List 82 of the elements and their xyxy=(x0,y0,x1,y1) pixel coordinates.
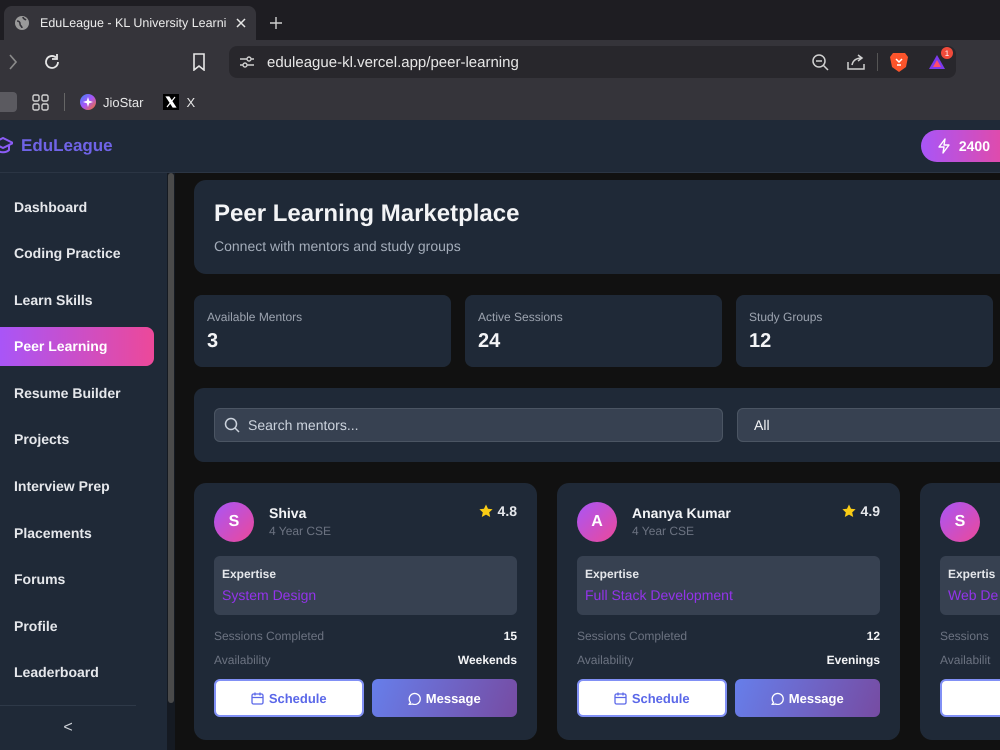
apps-grid-icon[interactable] xyxy=(32,94,49,110)
zoom-out-icon[interactable] xyxy=(811,53,829,71)
rating-value: 4.8 xyxy=(498,503,517,519)
points-badge: 2400 xyxy=(920,130,1000,162)
detail-value: 12 xyxy=(866,629,880,643)
x-logo-icon xyxy=(163,94,180,110)
reload-icon[interactable] xyxy=(43,53,61,71)
nav-item[interactable]: Resume Builder xyxy=(0,373,154,412)
graduation-cap-icon xyxy=(0,137,13,155)
notification-badge: 1 xyxy=(941,47,953,59)
nav-item[interactable]: Dashboard xyxy=(0,187,154,226)
tab-title: EduLeague - KL University Learni xyxy=(40,16,226,30)
nav-item[interactable]: Coding Practice xyxy=(0,234,154,273)
new-tab-icon[interactable] xyxy=(270,17,282,29)
scrollbar-thumb[interactable] xyxy=(168,173,174,703)
message-button[interactable]: Message xyxy=(372,679,517,717)
expertise-value: System Design xyxy=(222,587,318,603)
category-dropdown[interactable]: All xyxy=(737,408,1000,442)
page-title: Peer Learning Marketplace xyxy=(214,200,520,228)
globe-icon xyxy=(14,15,30,31)
detail-value: Weekends xyxy=(458,653,517,667)
collapse-button[interactable]: < xyxy=(63,719,73,737)
expertise-label: Expertis xyxy=(948,567,996,581)
expertise-value: Full Stack Development xyxy=(585,587,734,603)
nav-item[interactable]: Learn Skills xyxy=(0,280,154,320)
avatar: S xyxy=(940,502,980,542)
forward-icon[interactable] xyxy=(9,54,17,70)
expertise-label: Expertise xyxy=(222,567,278,581)
chat-bubble-icon xyxy=(770,692,784,704)
detail-value: Evenings xyxy=(826,653,880,667)
stat-value: 3 xyxy=(207,330,220,353)
close-icon[interactable] xyxy=(236,18,246,28)
detail-label: Sessions Completed xyxy=(214,629,324,643)
nav-item[interactable]: Projects xyxy=(0,420,154,459)
mentor-name: Shiva xyxy=(269,505,308,521)
bookmark-link[interactable]: X xyxy=(163,94,196,110)
search-field[interactable]: Search mentors... xyxy=(214,408,723,442)
site-settings-icon[interactable] xyxy=(239,55,255,69)
bookmark-icon[interactable] xyxy=(192,53,206,71)
nav-item[interactable]: Peer Learning xyxy=(0,326,154,366)
schedule-button[interactable]: Schedule xyxy=(214,679,364,717)
address-bar[interactable]: eduleague-kl.vercel.app/peer-learning 1 xyxy=(229,46,956,78)
avatar: S xyxy=(214,502,254,542)
star-icon xyxy=(842,504,856,518)
expertise-label: Expertise xyxy=(585,567,640,581)
expertise-value: Web De xyxy=(948,587,1000,603)
mentor-year: 4 Year CSE xyxy=(269,524,332,538)
star-icon xyxy=(478,504,493,518)
url-text: eduleague-kl.vercel.app/peer-learning xyxy=(267,54,520,70)
calendar-icon xyxy=(614,692,627,704)
detail-value: 15 xyxy=(504,629,517,643)
rating-value: 4.9 xyxy=(860,503,880,519)
stat-value: 12 xyxy=(749,330,772,353)
star-logo-icon xyxy=(80,94,96,110)
detail-label: Availability xyxy=(577,653,634,667)
detail-label: Sessions xyxy=(940,629,989,643)
nav-item[interactable]: Interview Prep xyxy=(0,466,154,506)
browser-tab[interactable]: EduLeague - KL University Learni xyxy=(4,6,256,40)
calendar-icon xyxy=(250,692,264,704)
nav-item[interactable]: Leaderboard xyxy=(0,652,154,692)
detail-label: Availability xyxy=(214,653,270,667)
chat-bubble-icon xyxy=(408,692,421,704)
schedule-button[interactable]: Schedule xyxy=(577,679,726,717)
stat-label: Available Mentors xyxy=(207,310,304,324)
triangle-extension-icon[interactable] xyxy=(928,54,946,70)
detail-label: Sessions Completed xyxy=(577,629,688,643)
detail-label: Availabilit xyxy=(940,653,990,667)
stat-label: Active Sessions xyxy=(478,310,564,324)
mentor-name: Ananya Kumar xyxy=(632,505,731,521)
mentor-year: 4 Year CSE xyxy=(632,524,696,538)
stat-value: 24 xyxy=(478,330,502,353)
nav-item[interactable]: Forums xyxy=(0,560,154,599)
stat-label: Study Groups xyxy=(749,310,824,324)
page-subtitle: Connect with mentors and study groups xyxy=(214,238,462,254)
nav-item[interactable]: Profile xyxy=(0,606,154,646)
bookmark-link[interactable]: JioStar xyxy=(80,94,144,110)
search-icon xyxy=(224,417,240,433)
lightning-icon xyxy=(936,138,951,154)
nav-item[interactable]: Placements xyxy=(0,513,154,552)
avatar: A xyxy=(577,502,617,542)
share-icon[interactable] xyxy=(847,54,865,70)
message-button[interactable]: Message xyxy=(734,679,880,717)
